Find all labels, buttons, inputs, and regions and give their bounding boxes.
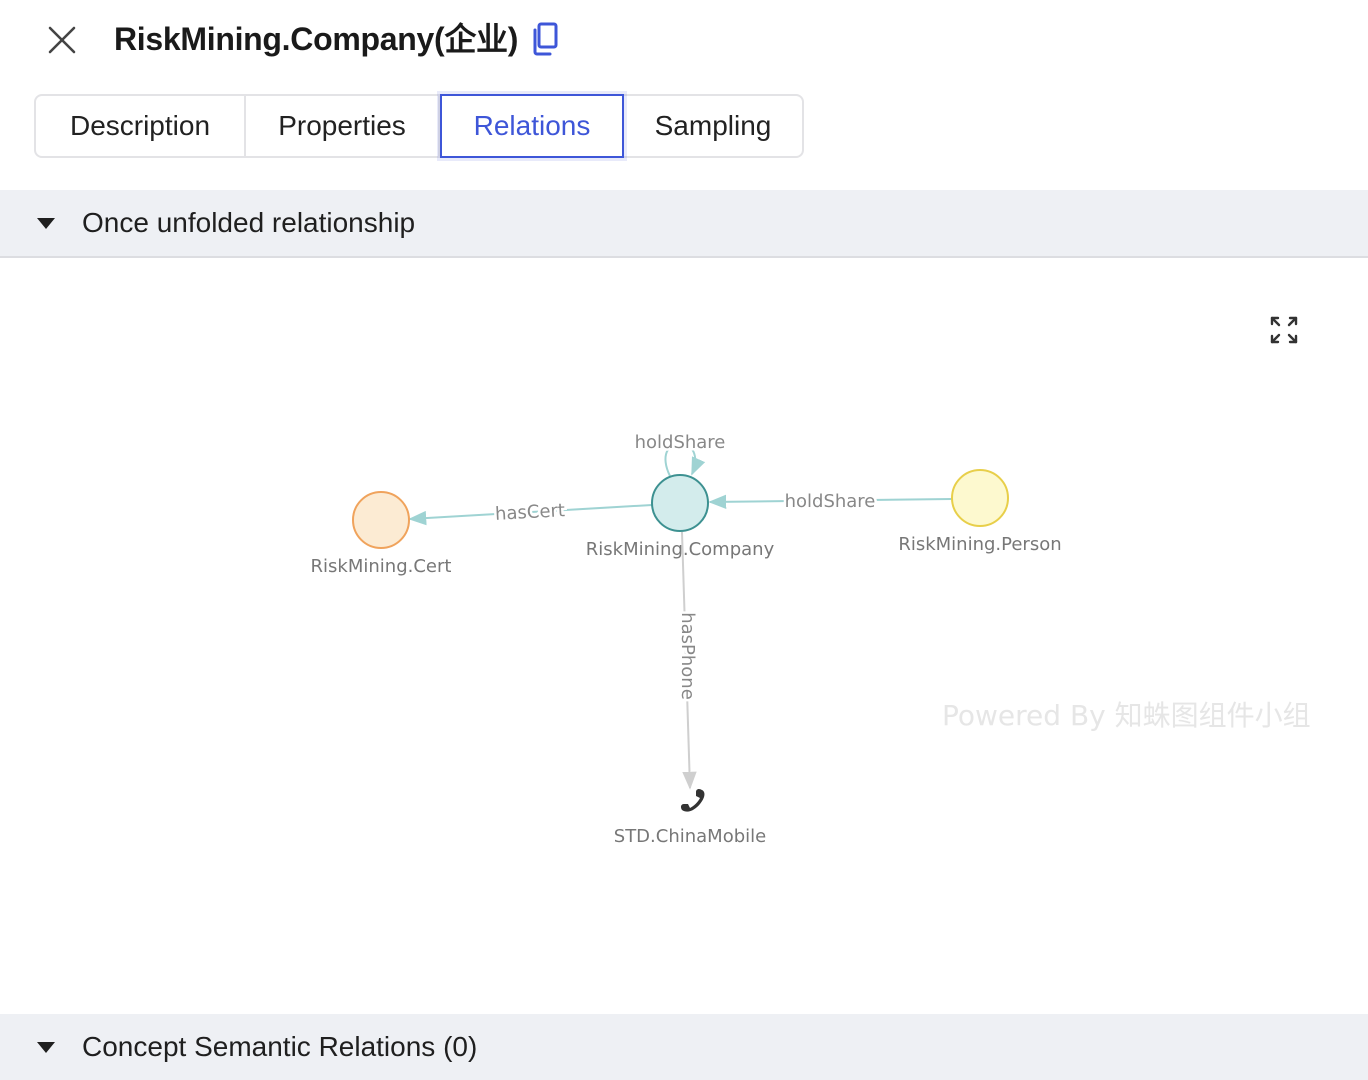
tab-properties[interactable]: Properties — [246, 96, 440, 156]
tab-bar: Description Properties Relations Samplin… — [34, 94, 804, 158]
node-cert — [352, 491, 410, 549]
node-company — [651, 474, 709, 532]
graph-watermark: Powered By 知蛛图组件小组 — [942, 699, 1311, 732]
node-person — [951, 469, 1009, 527]
tab-sampling[interactable]: Sampling — [624, 96, 802, 156]
detail-header: RiskMining.Company(企业) — [0, 0, 1368, 80]
node-label-company: RiskMining.Company — [586, 539, 775, 560]
edge-label-holdshare: holdShare — [785, 491, 876, 512]
section-title: Once unfolded relationship — [82, 207, 416, 238]
once-unfolded-section-header[interactable]: Once unfolded relationship — [0, 190, 1368, 258]
phone-icon — [680, 788, 705, 812]
close-icon[interactable] — [44, 22, 80, 58]
node-label-person: RiskMining.Person — [898, 534, 1061, 555]
graph-canvas: holdShare hasCert holdShare hasPhone Ris… — [311, 430, 1062, 848]
edge-label-self-holdshare: holdShare — [635, 432, 726, 453]
copy-icon[interactable] — [530, 20, 562, 58]
node-label-cert: RiskMining.Cert — [311, 556, 452, 577]
tab-relations[interactable]: Relations — [440, 94, 624, 158]
edge-label-hascert: hasCert — [495, 500, 566, 525]
page-title: RiskMining.Company(企业) — [114, 21, 519, 57]
concept-semantic-section-header[interactable]: Concept Semantic Relations (0) — [0, 1014, 1368, 1080]
caret-down-icon — [37, 217, 55, 229]
edge-label-hasphone: hasPhone — [677, 612, 698, 700]
section-title: Concept Semantic Relations (0) — [82, 1031, 478, 1062]
tab-description[interactable]: Description — [36, 96, 246, 156]
relation-graph[interactable]: holdShare hasCert holdShare hasPhone Ris… — [0, 260, 1368, 1012]
caret-down-icon — [37, 1041, 55, 1053]
node-label-mobile: STD.ChinaMobile — [614, 826, 766, 847]
